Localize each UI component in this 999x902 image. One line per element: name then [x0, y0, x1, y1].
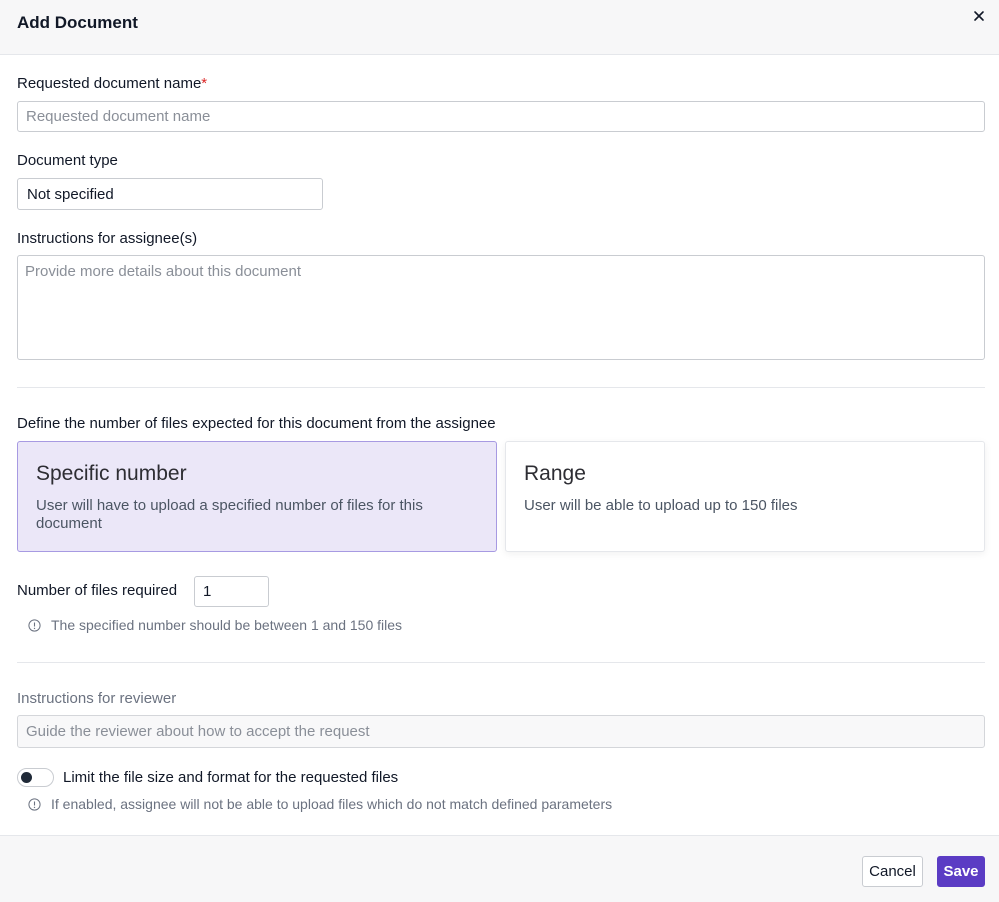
close-icon — [974, 11, 984, 21]
files-count-input[interactable] — [194, 576, 269, 607]
doc-name-input[interactable] — [17, 101, 985, 132]
limit-toggle[interactable] — [17, 768, 54, 787]
dialog-footer — [0, 835, 999, 902]
limit-hint: If enabled, assignee will not be able to… — [28, 796, 612, 812]
option-description: User will have to upload a specified num… — [36, 497, 423, 532]
assignee-instructions-textarea[interactable] — [17, 255, 985, 360]
option-title: Specific number — [36, 462, 187, 485]
option-description: User will be able to upload up to 150 fi… — [524, 497, 798, 514]
files-count-label: Number of files required — [17, 582, 178, 599]
divider — [17, 387, 985, 388]
close-button[interactable] — [969, 6, 989, 26]
doc-type-select[interactable]: Not specified — [17, 178, 323, 210]
reviewer-label: Instructions for reviewer — [17, 690, 177, 707]
option-specific-number[interactable]: Specific number User will have to upload… — [17, 441, 497, 552]
save-button[interactable]: Save — [937, 856, 985, 887]
doc-name-label: Requested document name* — [17, 75, 207, 92]
limit-hint-text: If enabled, assignee will not be able to… — [51, 796, 613, 812]
reviewer-instructions-input[interactable] — [17, 715, 985, 748]
info-icon — [28, 797, 41, 811]
assignee-instructions-label: Instructions for assignee(s) — [17, 230, 198, 247]
doc-type-label: Document type — [17, 152, 118, 169]
files-count-hint-text: The specified number should be between 1… — [51, 617, 403, 633]
required-mark: * — [201, 75, 208, 92]
limit-toggle-label: Limit the file size and format for the r… — [63, 769, 399, 786]
files-prompt: Define the number of files expected for … — [17, 415, 496, 432]
info-icon — [28, 618, 41, 632]
files-count-hint: The specified number should be between 1… — [28, 617, 402, 633]
option-title: Range — [524, 462, 586, 485]
doc-name-label-text: Requested document name — [17, 75, 202, 92]
dialog-header: Add Document — [0, 0, 999, 55]
doc-type-value: Not specified — [27, 186, 114, 203]
dialog-title: Add Document — [17, 13, 138, 32]
divider — [17, 662, 985, 663]
option-range[interactable]: Range User will be able to upload up to … — [505, 441, 985, 552]
cancel-button[interactable]: Cancel — [862, 856, 923, 887]
toggle-knob — [21, 772, 32, 783]
